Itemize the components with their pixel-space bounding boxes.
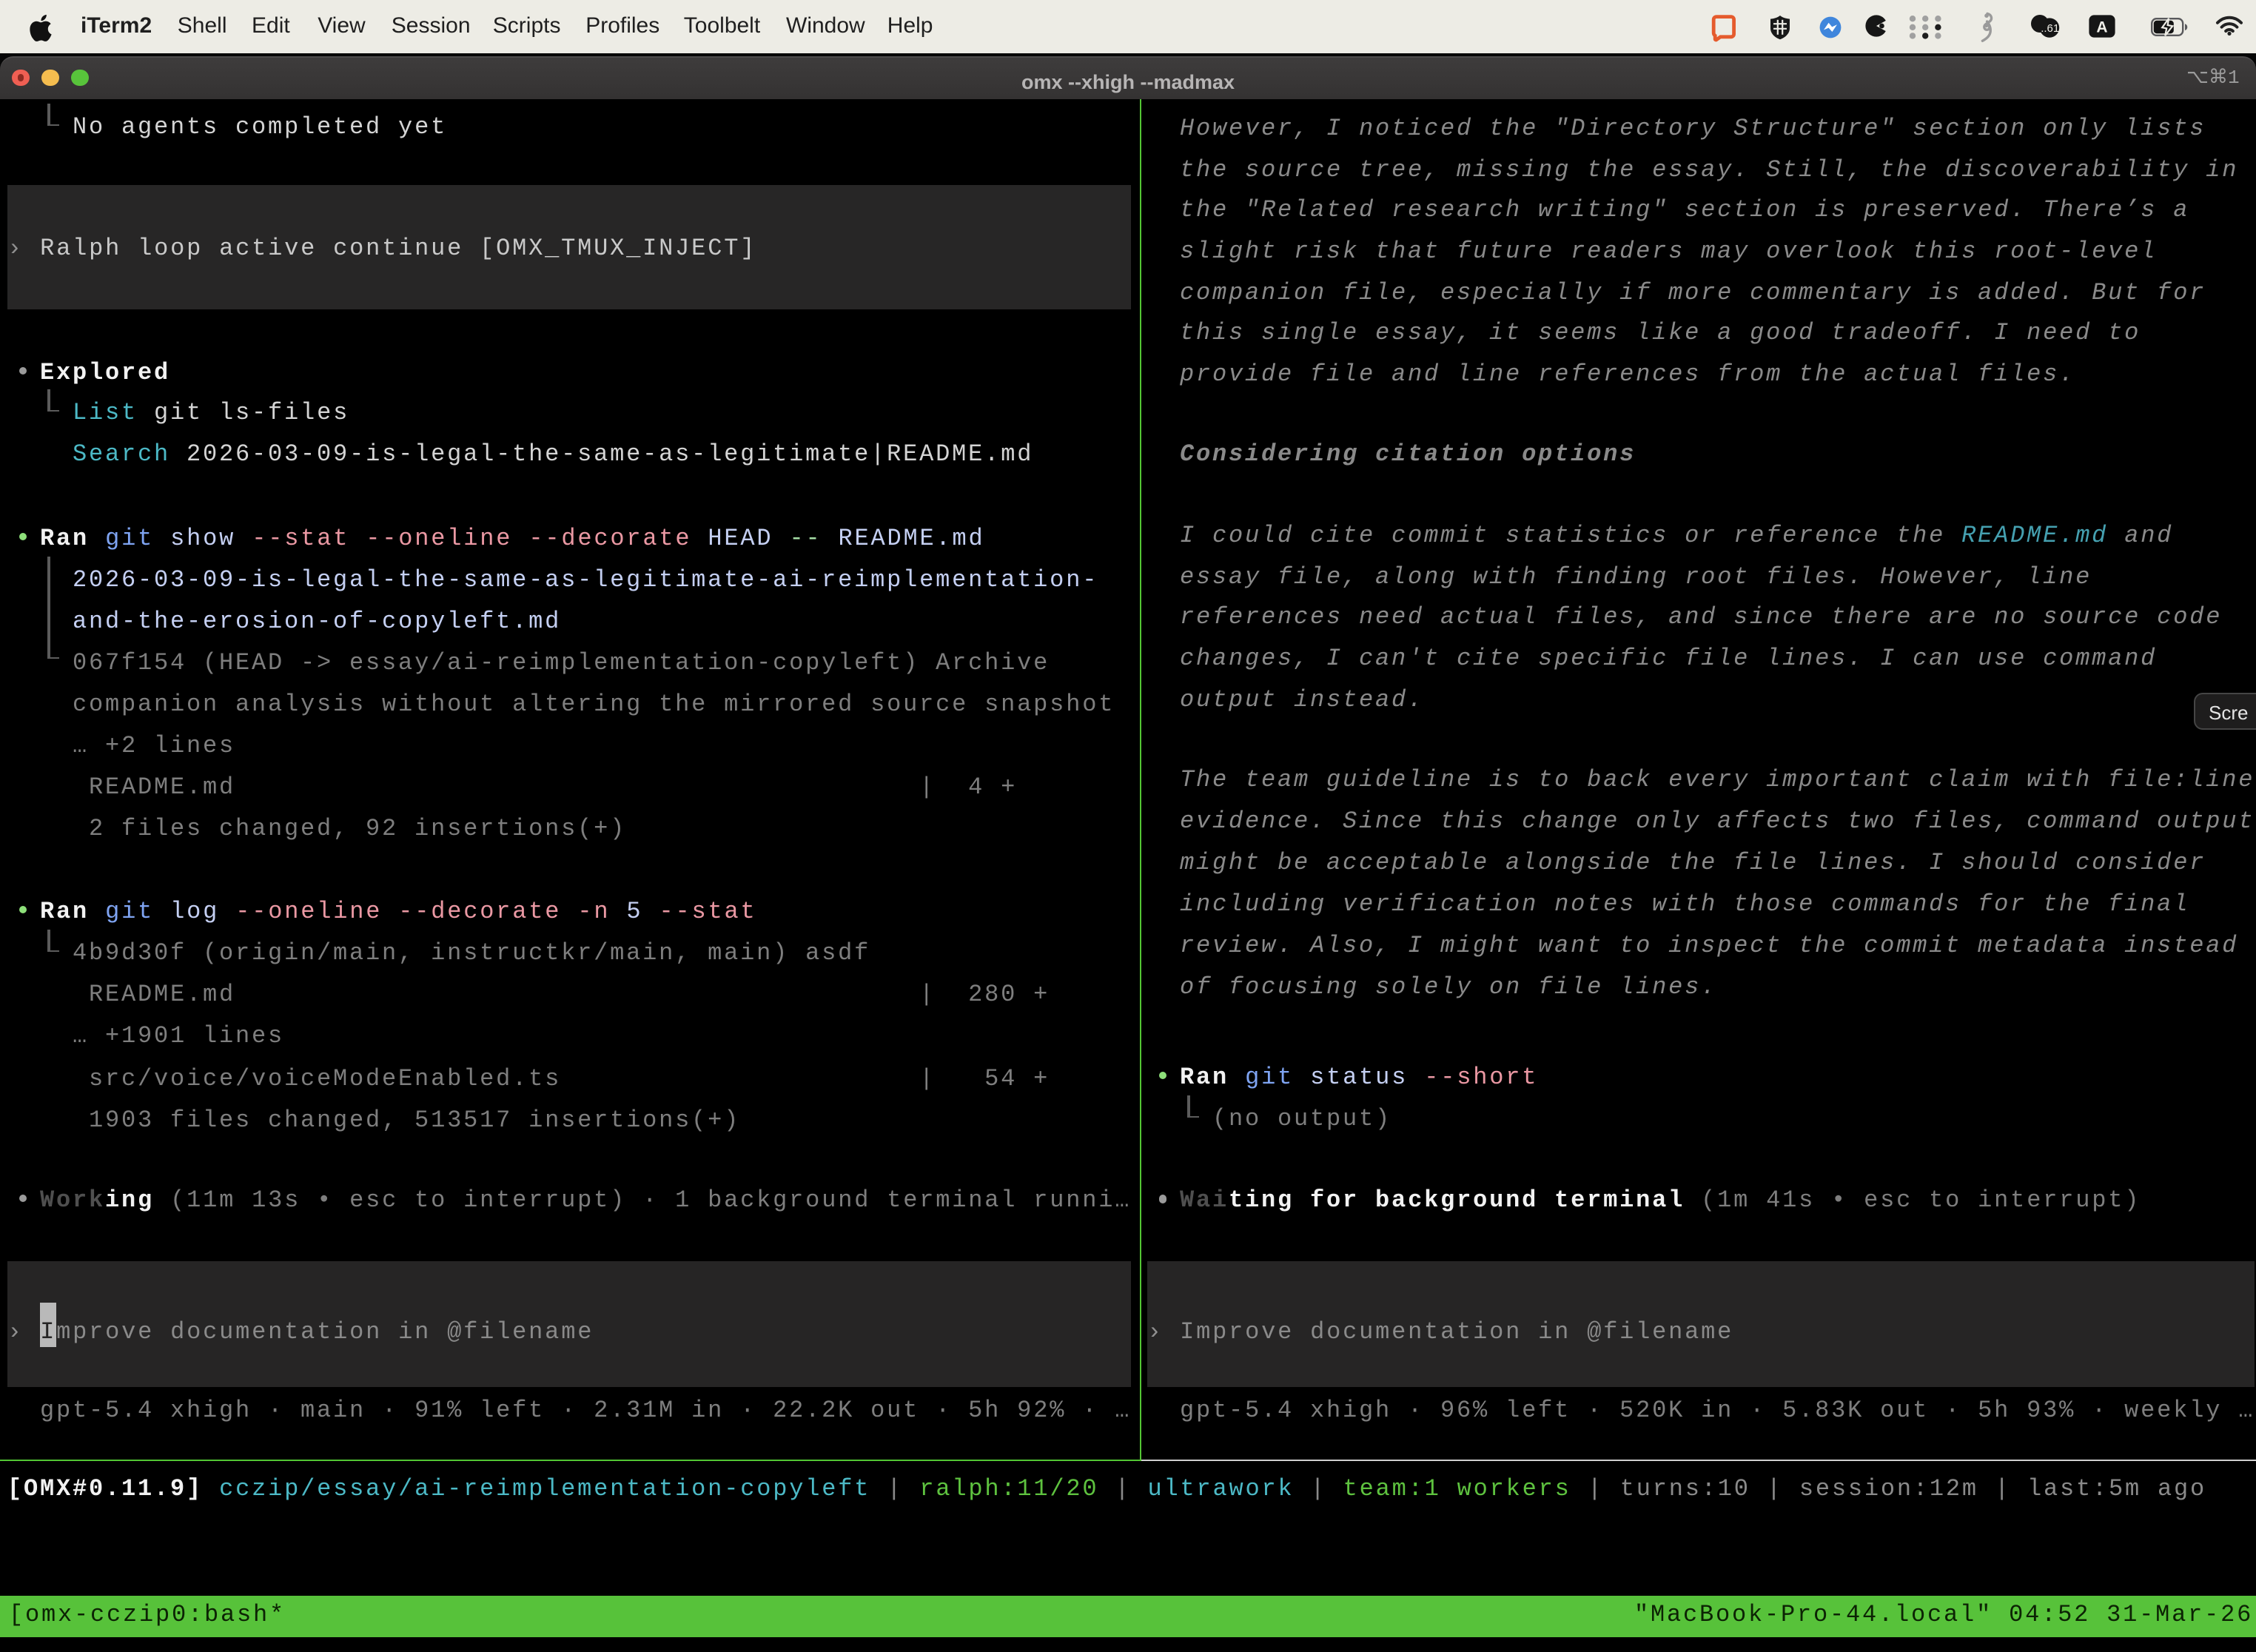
svg-text:..61: ..61 xyxy=(2040,22,2058,35)
svg-text:A: A xyxy=(2096,19,2107,36)
